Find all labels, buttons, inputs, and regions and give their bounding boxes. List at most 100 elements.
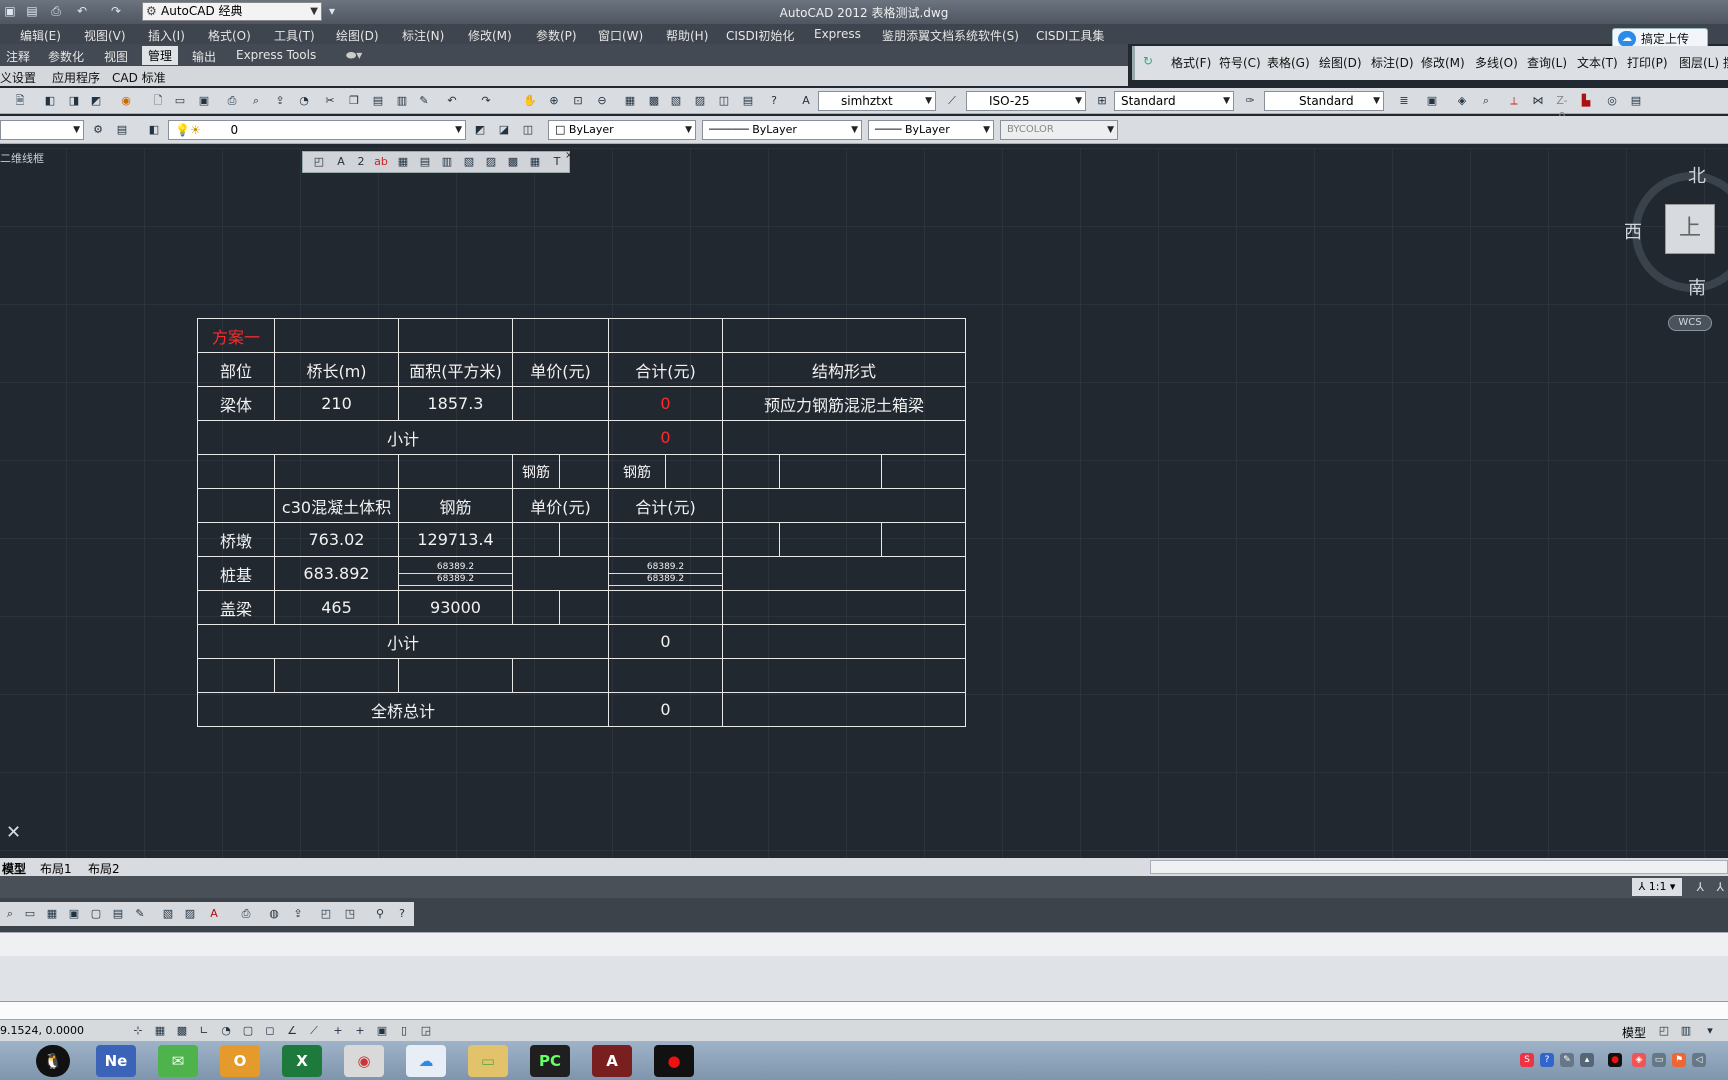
make-current-icon[interactable]: ◩ [472, 122, 488, 138]
table-style-select[interactable]: Standard ▼ [1114, 91, 1234, 111]
menu-format[interactable]: 格式(O) [208, 27, 251, 44]
undo-icon-2[interactable]: ↶ [444, 93, 460, 109]
table-cell[interactable] [779, 522, 882, 557]
tool-14-icon[interactable]: ◰ [318, 906, 334, 922]
menu-draw[interactable]: 绘图(D) [336, 27, 379, 44]
table-cell[interactable] [779, 454, 882, 489]
cell-subtotal-value[interactable]: 0 [608, 420, 723, 455]
zoom-window-icon[interactable]: ⊡ [570, 93, 586, 109]
paste-icon[interactable]: ▤ [370, 93, 386, 109]
header-structure[interactable]: 结构形式 [722, 352, 966, 387]
grid-icon[interactable]: ▩ [174, 1023, 190, 1039]
otrack-icon[interactable]: ∠ [284, 1023, 300, 1039]
autocad-icon[interactable]: A [592, 1045, 632, 1077]
table-cell[interactable] [608, 318, 723, 353]
table-tool-9-icon[interactable]: ▨ [483, 154, 499, 170]
cell-pier[interactable]: 桥墩 [197, 522, 275, 557]
menu-edit[interactable]: 编辑(E) [20, 27, 61, 44]
lineweight-select[interactable]: ──── ByLayer ▼ [868, 120, 994, 140]
zoom-realtime-icon[interactable]: ⊕ [546, 93, 562, 109]
zoom-z0-icon[interactable]: Z-0 [1554, 93, 1570, 123]
ducs-icon[interactable]: ⟋ [306, 1023, 322, 1039]
publish-icon[interactable]: ⇪ [272, 93, 288, 109]
table-cell[interactable] [512, 556, 609, 591]
menu-parametric[interactable]: 参数(P) [536, 27, 577, 44]
cisdi-menu-symbol[interactable]: 符号(C) [1219, 54, 1261, 71]
text-style-icon[interactable]: A [798, 93, 814, 109]
cell-beam[interactable]: 梁体 [197, 386, 275, 421]
cisdi-menu-draw[interactable]: 绘图(D) [1319, 54, 1362, 71]
table-cell[interactable] [274, 658, 399, 693]
table-cell[interactable] [197, 658, 275, 693]
table-cell[interactable] [274, 318, 399, 353]
compass-south[interactable]: 南 [1688, 274, 1706, 300]
tpy-icon[interactable]: ▣ [374, 1023, 390, 1039]
cell-grand-total-label[interactable]: 全桥总计 [197, 692, 609, 727]
panel-custom-settings[interactable]: 义设置 [0, 69, 36, 86]
copy-icon[interactable]: ❐ [346, 93, 362, 109]
infer-constraints-icon[interactable]: ⊹ [130, 1023, 146, 1039]
layer-previous-icon[interactable]: ◪ [496, 122, 512, 138]
cisdi-menu-layer[interactable]: 图层(L) [1679, 54, 1719, 71]
tool-16-icon[interactable]: ⚲ [372, 906, 388, 922]
header-unit-price[interactable]: 单价(元) [512, 352, 609, 387]
model-space-button[interactable]: 模型 [1622, 1024, 1646, 1041]
qp-icon[interactable]: ▯ [396, 1023, 412, 1039]
gear-icon[interactable]: ⚙ [90, 122, 106, 138]
color-select[interactable]: □ ByLayer ▼ [548, 120, 696, 140]
tool-13-icon[interactable]: ⇪ [290, 906, 306, 922]
sc-icon[interactable]: ◲ [418, 1023, 434, 1039]
help-circle-icon[interactable]: ◉ [118, 93, 134, 109]
properties-icon[interactable]: ▦ [622, 93, 638, 109]
lwt-icon[interactable]: + [352, 1023, 368, 1039]
tool-5-icon[interactable]: ▢ [88, 906, 104, 922]
tab-manage[interactable]: 管理 [142, 46, 179, 65]
dim-style-select[interactable]: ISO-25 ▼ [966, 91, 1086, 111]
block-editor-icon[interactable]: ✎ [416, 93, 432, 109]
tab-layout2[interactable]: 布局2 [88, 860, 120, 877]
new-sheet-icon[interactable]: 🗎 [12, 93, 28, 109]
tray-app1-icon[interactable]: ◈ [1632, 1053, 1646, 1067]
text-tool-icon[interactable]: T [549, 154, 565, 170]
menu-express[interactable]: Express [814, 27, 861, 41]
layer-tool-c-icon[interactable]: ▙ [1578, 93, 1594, 109]
cell-beam-area[interactable]: 1857.3 [398, 386, 513, 421]
cisdi-menu-dim[interactable]: 标注(D) [1371, 54, 1414, 71]
match-properties-icon[interactable]: ▥ [394, 93, 410, 109]
spell-check-icon[interactable]: ab [373, 154, 389, 170]
cell-beam-structure[interactable]: 预应力钢筋混泥土箱梁 [722, 386, 966, 421]
menu-cisdi-init[interactable]: CISDI初始化 [726, 27, 794, 44]
table-cell[interactable] [722, 488, 966, 523]
command-input[interactable] [0, 1001, 1728, 1019]
tray-sogou-icon[interactable]: S [1520, 1053, 1534, 1067]
polar-icon[interactable]: ◔ [218, 1023, 234, 1039]
layer-tool-b-icon[interactable]: ⋈ [1530, 93, 1546, 109]
annotation-scale[interactable]: ⅄ 1:1 ▾ [1632, 878, 1682, 896]
baidu-cloud-icon[interactable]: ☁ [406, 1045, 446, 1077]
wechat-icon[interactable]: ✉ [158, 1045, 198, 1077]
open-folder-icon[interactable]: ▭ [172, 93, 188, 109]
layer-select[interactable]: 💡☀ 0 ▼ [168, 120, 466, 140]
markup-icon[interactable]: ◫ [716, 93, 732, 109]
menu-doc-system[interactable]: 鉴朋添翼文档系统软件(S) [882, 27, 1019, 44]
tray-app2-icon[interactable]: ▭ [1652, 1053, 1666, 1067]
header-bridge-length[interactable]: 桥长(m) [274, 352, 399, 387]
table-tool-11-icon[interactable]: ▦ [527, 154, 543, 170]
cell-pile-volume[interactable]: 683.892 [274, 556, 399, 591]
tool-11-icon[interactable]: ⎙ [238, 906, 254, 922]
table-cell[interactable] [722, 590, 966, 625]
layer-tool2-icon[interactable]: ◨ [66, 93, 82, 109]
layer-tool-icon[interactable]: ◧ [42, 93, 58, 109]
plot-preview-icon[interactable]: ⌕ [248, 93, 264, 109]
layer-isolate-icon[interactable]: ◈ [1454, 93, 1470, 109]
text-style-select[interactable]: simhztxt ▼ [818, 91, 936, 111]
menu-help[interactable]: 帮助(H) [666, 27, 708, 44]
3d-dwf-icon[interactable]: ◔ [296, 93, 312, 109]
cisdi-menu-table[interactable]: 表格(G) [1267, 54, 1310, 71]
tool-10-icon[interactable]: A [206, 906, 222, 922]
refresh-icon[interactable]: ↻ [1143, 54, 1153, 68]
zoom-icon[interactable]: ⌕ [2, 906, 18, 922]
cisdi-menu-mline[interactable]: 多线(O) [1475, 54, 1518, 71]
layer-tool3-icon[interactable]: ◩ [88, 93, 104, 109]
dim-style-icon[interactable]: ⟋ [944, 93, 960, 109]
